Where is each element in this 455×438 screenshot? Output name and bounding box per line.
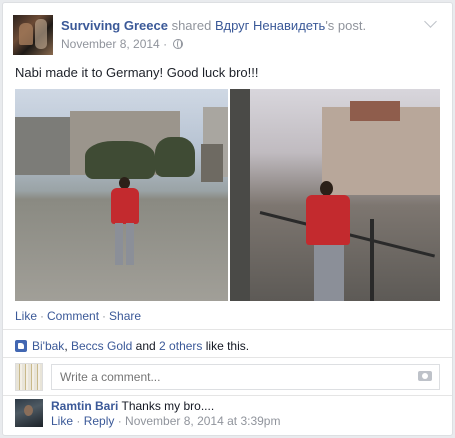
action-separator: ·: [102, 309, 107, 323]
others-link[interactable]: 2 others: [159, 339, 202, 353]
post-actions: Like · Comment · Share: [15, 309, 141, 323]
trees: [85, 141, 155, 179]
post-date[interactable]: November 8, 2014: [61, 37, 160, 51]
person-jacket: [306, 195, 350, 245]
comment-item: Ramtin Bari Thanks my bro.... Like · Rep…: [15, 399, 440, 428]
photo-square[interactable]: [15, 89, 228, 301]
my-avatar: [15, 363, 43, 391]
thumbs-up-icon: [15, 340, 27, 352]
railing-post: [370, 219, 374, 301]
comment-timestamp[interactable]: November 8, 2014 at 3:39pm: [125, 414, 280, 428]
liker-link[interactable]: Bi'bak: [32, 339, 64, 353]
liker-link[interactable]: Beccs Gold: [71, 339, 132, 353]
chevron-down-icon[interactable]: [424, 15, 437, 28]
roof: [350, 101, 400, 121]
comment-like-link[interactable]: Like: [51, 414, 73, 428]
comment-composer: [15, 363, 440, 391]
person-jacket: [111, 188, 139, 224]
avatar-figure: [35, 19, 47, 49]
divider: [3, 395, 452, 396]
photo-grid: [15, 89, 440, 301]
person-legs: [314, 245, 344, 301]
likes-and: and: [132, 339, 160, 353]
likes-comma: ,: [64, 339, 71, 353]
shared-label: shared: [171, 18, 212, 33]
commenter-avatar[interactable]: [15, 399, 43, 427]
comment-text: Thanks my bro....: [121, 399, 215, 413]
source-link[interactable]: Вдруг Ненавидеть: [215, 18, 325, 33]
meta-separator: ·: [159, 37, 171, 51]
camera-icon[interactable]: [418, 371, 432, 381]
trees: [155, 137, 195, 177]
building: [15, 117, 75, 175]
photo-street[interactable]: [230, 89, 440, 301]
post-card: Surviving Greece shared Вдруг Ненавидеть…: [2, 2, 453, 436]
comment-reply-link[interactable]: Reply: [84, 414, 115, 428]
comment-link[interactable]: Comment: [47, 309, 99, 323]
likes-summary: Bi'bak, Beccs Gold and 2 others like thi…: [15, 339, 249, 353]
divider: [3, 357, 452, 358]
divider: [3, 329, 452, 330]
person-legs: [126, 223, 134, 265]
post-headline: Surviving Greece shared Вдруг Ненавидеть…: [61, 18, 366, 33]
comment-meta: Like · Reply · November 8, 2014 at 3:39p…: [51, 414, 280, 428]
meta-separator: ·: [114, 414, 126, 428]
post-text: Nabi made it to Germany! Good luck bro!!…: [15, 65, 259, 80]
avatar-figure: [19, 23, 33, 45]
meta-separator: ·: [73, 414, 84, 428]
share-link[interactable]: Share: [109, 309, 141, 323]
action-separator: ·: [40, 309, 45, 323]
author-link[interactable]: Surviving Greece: [61, 18, 168, 33]
person-legs: [115, 223, 123, 265]
comment-input[interactable]: [51, 364, 440, 390]
likes-suffix: like this.: [202, 339, 250, 353]
comment-body: Ramtin Bari Thanks my bro....: [51, 399, 214, 413]
post-meta: November 8, 2014 ·: [61, 37, 184, 51]
source-suffix: 's post.: [325, 18, 367, 33]
like-link[interactable]: Like: [15, 309, 37, 323]
post-header: Surviving Greece shared Вдруг Ненавидеть…: [13, 15, 443, 55]
commenter-name[interactable]: Ramtin Bari: [51, 399, 118, 413]
person-head: [320, 181, 333, 196]
pole: [230, 89, 250, 301]
globe-icon[interactable]: [173, 39, 184, 49]
monument: [201, 144, 223, 182]
page-avatar[interactable]: [13, 15, 53, 55]
